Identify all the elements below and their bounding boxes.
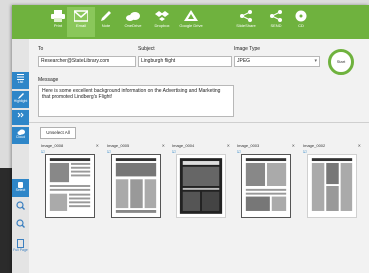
toolbar-dropbox-button[interactable]: Dropbox — [148, 7, 176, 37]
newspaper-thumbnail-image — [307, 154, 357, 218]
cloud-icon — [126, 12, 140, 21]
thumbnail-header: Image_0008 ✕ — [41, 143, 99, 149]
sidebar-item-zoom-in[interactable] — [12, 199, 29, 215]
sidebar-item-label: Cloud — [15, 135, 26, 139]
newspaper-thumbnail-image — [111, 154, 161, 218]
toolbar-label: SlideShare — [236, 23, 256, 28]
thumbnail-name: Image_0003 — [237, 143, 260, 148]
close-icon[interactable]: ✕ — [358, 143, 361, 149]
toolbar-email-button[interactable]: Email — [67, 7, 95, 37]
message-label: Message — [38, 77, 59, 83]
arrows-icon — [17, 112, 24, 118]
toolbar-onedrive-button[interactable]: OneDrive — [119, 7, 147, 37]
to-field[interactable]: Researcher@StateLibrary.com — [38, 56, 136, 67]
close-icon[interactable]: ✕ — [292, 143, 295, 149]
toolbar-send-button[interactable]: SEND — [262, 7, 290, 37]
sidebar-item-cloud[interactable]: Cloud — [12, 127, 29, 144]
top-toolbar: Print Email Note OneDrive Dropbox Google… — [12, 5, 369, 39]
envelope-icon — [74, 10, 88, 22]
email-window: Print Email Note OneDrive Dropbox Google… — [12, 5, 369, 273]
newspaper-thumbnail-image — [45, 154, 95, 218]
sidebar-item-label: Select — [15, 188, 26, 192]
printer-icon — [51, 10, 65, 22]
zoom-out-icon — [16, 219, 25, 228]
share-icon — [240, 10, 252, 22]
newspaper-thumbnail-image — [241, 154, 291, 218]
sidebar-item-arrows[interactable] — [12, 110, 29, 125]
thumbnail-item[interactable]: Image_0002 ✕ ☑ — [303, 143, 361, 218]
share-icon — [270, 10, 282, 22]
toolbar-label: Note — [101, 23, 111, 28]
toolbar-label: CD — [298, 23, 304, 28]
sidebar-item-full-page[interactable]: Full Page — [12, 237, 29, 255]
thumbnail-header: Image_0003 ✕ — [237, 143, 295, 149]
toolbar-slideshare-button[interactable]: SlideShare — [232, 7, 260, 37]
thumbnail-name: Image_0005 — [107, 143, 130, 148]
hand-icon — [18, 182, 23, 188]
toolbar-label: Dropbox — [154, 23, 170, 28]
zoom-in-icon — [16, 201, 25, 210]
thumbnail-name: Image_0002 — [303, 143, 326, 148]
newspaper-thumbnail-image — [176, 154, 226, 218]
close-icon[interactable]: ✕ — [96, 143, 99, 149]
divider — [29, 122, 369, 123]
thumbnail-name: Image_0004 — [172, 143, 195, 148]
thumbnail-header: Image_0005 ✕ — [107, 143, 165, 149]
thumbnail-item[interactable]: Image_0008 ✕ ☑ — [41, 143, 99, 218]
sidebar-item-label: Highlight — [13, 99, 28, 103]
unselect-all-button[interactable]: Unselect All — [40, 127, 76, 139]
image-type-label: Image Type — [234, 46, 261, 52]
pencil-icon — [101, 11, 111, 21]
sidebar-item-zoom-out[interactable] — [12, 217, 29, 233]
close-icon[interactable]: ✕ — [227, 143, 230, 149]
subject-field[interactable]: Lingburgh flight — [138, 56, 232, 67]
message-field[interactable]: Here is some excellent background inform… — [38, 85, 234, 117]
page-icon — [17, 239, 24, 248]
toolbar-google-drive-button[interactable]: Google Drive — [177, 7, 205, 37]
image-type-select[interactable]: JPEG ▾ — [234, 56, 320, 67]
sidebar-item-highlight[interactable]: Highlight — [12, 91, 29, 108]
toolbar-label: Google Drive — [179, 23, 203, 28]
sidebar-item-label: List — [17, 80, 24, 84]
thumbnail-item[interactable]: Image_0004 ✕ ☑ — [172, 143, 230, 218]
close-icon[interactable]: ✕ — [162, 143, 165, 149]
dropbox-icon — [155, 11, 169, 21]
toolbar-label: OneDrive — [124, 23, 142, 28]
to-label: To — [38, 46, 44, 52]
sidebar-item-label: Full Page — [13, 248, 28, 252]
image-type-value: JPEG — [237, 58, 251, 64]
start-button[interactable]: Start — [328, 49, 354, 75]
google-drive-icon — [184, 10, 198, 21]
thumbnail-item[interactable]: Image_0005 ✕ ☑ — [107, 143, 165, 218]
toolbar-label: SEND — [270, 23, 282, 28]
disc-icon — [295, 10, 307, 22]
left-sidebar: List Highlight Cloud Select Full Page — [12, 39, 29, 273]
toolbar-label: Email — [75, 23, 86, 28]
toolbar-cd-button[interactable]: CD — [287, 7, 315, 37]
thumbnail-item[interactable]: Image_0003 ✕ ☑ — [237, 143, 295, 218]
thumbnail-header: Image_0002 ✕ — [303, 143, 361, 149]
sidebar-item-select[interactable]: Select — [12, 179, 29, 197]
subject-label: Subject — [138, 46, 155, 52]
sidebar-item-list[interactable]: List — [12, 72, 29, 89]
thumbnail-header: Image_0004 ✕ — [172, 143, 230, 149]
thumbnail-name: Image_0008 — [41, 143, 64, 148]
chevron-down-icon: ▾ — [314, 58, 317, 64]
toolbar-note-button[interactable]: Note — [92, 7, 120, 37]
